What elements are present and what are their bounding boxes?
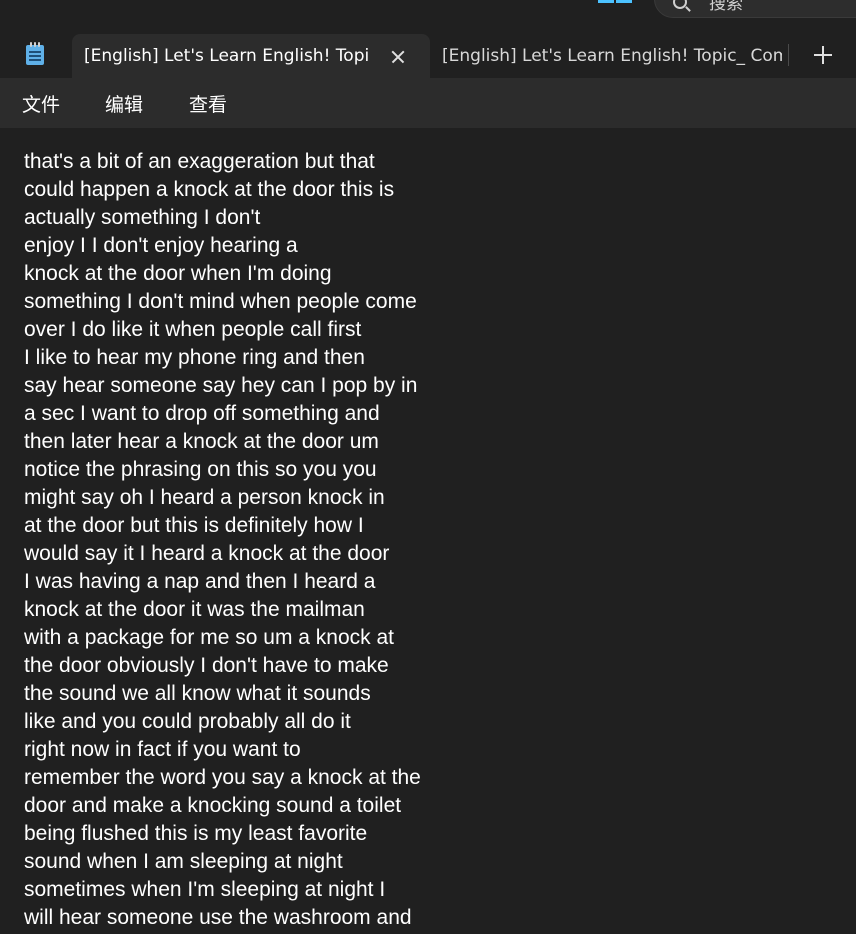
editor-line: with a package for me so um a knock at [24, 626, 395, 649]
editor-line: that's a bit of an exaggeration but that [24, 150, 375, 173]
close-tab-icon[interactable] [386, 45, 410, 69]
editor-line: right now in fact if you want to [24, 738, 301, 761]
tab-divider [788, 44, 789, 66]
tab-active[interactable]: [English] Let's Learn English! Topic_ [72, 34, 430, 78]
taskbar-search-box[interactable]: 搜索 [654, 0, 856, 18]
editor-line: a sec I want to drop off something and [24, 402, 380, 425]
editor-line: remember the word you say a knock at the [24, 766, 421, 789]
editor-line: would say it I heard a knock at the door [24, 542, 390, 565]
editor-line: sometimes when I'm sleeping at night I [24, 878, 386, 901]
new-tab-plus-icon[interactable] [812, 44, 834, 66]
editor-line: then later hear a knock at the door um [24, 430, 379, 453]
menu-bar: 文件 编辑 查看 [0, 78, 856, 128]
editor-line: might say oh I heard a person knock in [24, 486, 385, 509]
editor-line: knock at the door when I'm doing [24, 262, 332, 285]
editor-line: the sound we all know what it sounds [24, 682, 371, 705]
editor-line: door and make a knocking sound a toilet [24, 794, 402, 817]
editor-line: knock at the door it was the mailman [24, 598, 365, 621]
search-icon [673, 0, 687, 9]
text-editor[interactable]: … … … … … … … … …that's a bit of an exag… [0, 128, 856, 934]
editor-line: say hear someone say hey can I pop by in [24, 374, 418, 397]
editor-line: something I don't mind when people come [24, 290, 417, 313]
notepad-icon [24, 42, 46, 66]
editor-line: will hear someone use the washroom and [24, 906, 412, 929]
menu-view[interactable]: 查看 [189, 90, 227, 117]
editor-line: being flushed this is my least favorite [24, 822, 368, 845]
tab-title: [English] Let's Learn English! Topic_ Co… [442, 46, 782, 66]
menu-edit[interactable]: 编辑 [105, 90, 143, 117]
editor-text: … … … … … … … … …that's a bit of an exag… [24, 128, 421, 934]
editor-line: at the door but this is definitely how I [24, 514, 364, 537]
editor-line: actually something I don't [24, 206, 261, 229]
menu-file[interactable]: 文件 [22, 90, 60, 117]
title-bar: 搜索 [0, 0, 856, 32]
editor-line: the door obviously I don't have to make [24, 654, 389, 677]
search-placeholder: 搜索 [709, 0, 743, 14]
tab-inactive[interactable]: [English] Let's Learn English! Topic_ Co… [430, 34, 788, 78]
tab-strip: [English] Let's Learn English! Topic_ [E… [0, 32, 856, 78]
editor-line: over I do like it when people call first [24, 318, 362, 341]
editor-line: I like to hear my phone ring and then [24, 346, 365, 369]
editor-line: could happen a knock at the door this is [24, 178, 395, 201]
editor-line: notice the phrasing on this so you you [24, 458, 377, 481]
editor-line: sound when I am sleeping at night [24, 850, 343, 873]
tab-title: [English] Let's Learn English! Topic_ [84, 46, 369, 66]
editor-line: I was having a nap and then I heard a [24, 570, 376, 593]
editor-line: enjoy I I don't enjoy hearing a [24, 234, 298, 257]
windows-start-icon[interactable] [598, 0, 632, 12]
editor-line: like and you could probably all do it [24, 710, 351, 733]
